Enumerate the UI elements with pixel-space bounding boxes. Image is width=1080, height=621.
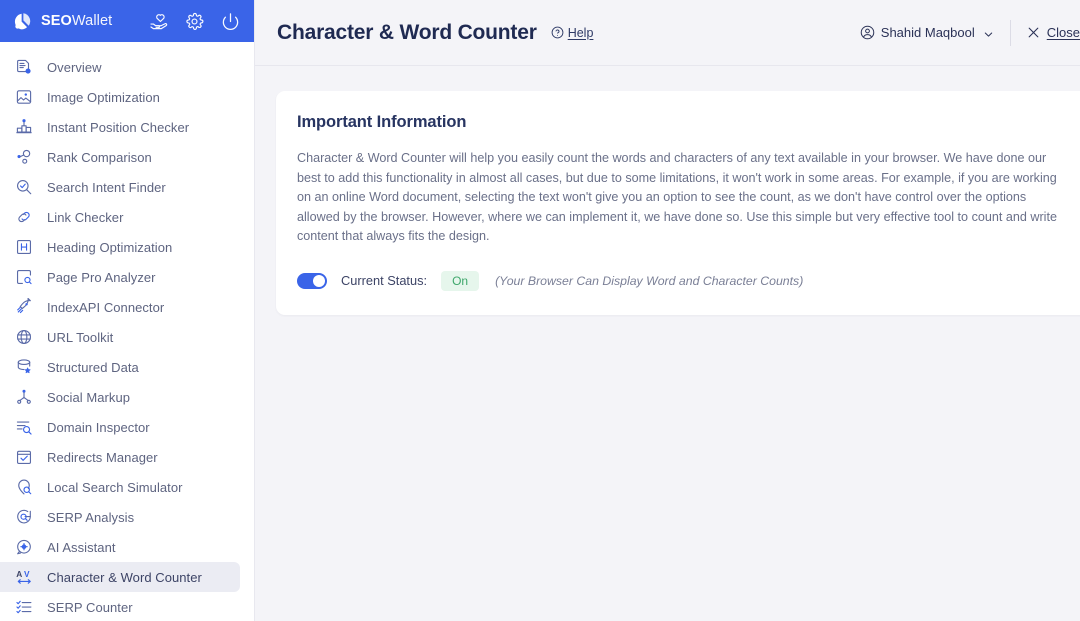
- status-badge: On: [441, 270, 480, 291]
- av-arrows-icon: A V: [14, 567, 34, 587]
- toggle-knob: [313, 274, 325, 287]
- podium-icon: [14, 117, 34, 137]
- important-information-card: Important Information Character & Word C…: [276, 91, 1080, 315]
- sidebar-item-domain-inspector[interactable]: Domain Inspector: [0, 412, 240, 442]
- svg-text:A: A: [16, 569, 22, 579]
- top-header: Character & Word Counter Help Shahid Maq…: [255, 0, 1080, 66]
- brand[interactable]: SEOWallet: [12, 11, 112, 32]
- sidebar-item-label: Image Optimization: [47, 89, 160, 105]
- globe-icon: [14, 327, 34, 347]
- current-status-row: Current Status: On (Your Browser Can Dis…: [297, 270, 1080, 291]
- sidebar-item-overview[interactable]: Overview: [0, 52, 240, 82]
- checkbox-square-icon: [14, 447, 34, 467]
- nodes-compare-icon: [14, 147, 34, 167]
- user-menu[interactable]: Shahid Maqbool: [860, 25, 1010, 40]
- status-toggle[interactable]: [297, 272, 327, 289]
- sidebar-item-label: SERP Counter: [47, 599, 133, 615]
- brand-name-light: Wallet: [71, 13, 113, 29]
- sidebar-item-label: Page Pro Analyzer: [47, 269, 156, 285]
- checklist-icon: [14, 597, 34, 617]
- close-button[interactable]: Close: [1011, 25, 1080, 40]
- sidebar: SEOWallet Overview Image Optimization In…: [0, 0, 255, 621]
- sidebar-item-label: Heading Optimization: [47, 239, 173, 255]
- help-link[interactable]: Help: [551, 25, 594, 40]
- sidebar-item-label: IndexAPI Connector: [47, 299, 165, 315]
- database-star-icon: [14, 357, 34, 377]
- heading-h-icon: [14, 237, 34, 257]
- magnifier-check-icon: [14, 177, 34, 197]
- sidebar-item-label: Redirects Manager: [47, 449, 158, 465]
- sidebar-item-indexapi-connector[interactable]: IndexAPI Connector: [0, 292, 240, 322]
- user-name: Shahid Maqbool: [880, 25, 975, 40]
- sidebar-item-rank-comparison[interactable]: Rank Comparison: [0, 142, 240, 172]
- sidebar-item-label: Character & Word Counter: [47, 569, 202, 585]
- close-x-icon: [1027, 26, 1040, 39]
- sidebar-item-label: Domain Inspector: [47, 419, 150, 435]
- document-clock-icon: [14, 57, 34, 77]
- sidebar-item-label: Overview: [47, 59, 102, 75]
- svg-text:V: V: [24, 569, 30, 579]
- page-search-icon: [14, 267, 34, 287]
- share-nodes-icon: [14, 387, 34, 407]
- sidebar-item-label: Social Markup: [47, 389, 131, 405]
- chat-gear-icon: [14, 537, 34, 557]
- speech-magnifier-icon: [14, 507, 34, 527]
- sidebar-item-ai-assistant[interactable]: AI Assistant: [0, 532, 240, 562]
- sidebar-item-structured-data[interactable]: Structured Data: [0, 352, 240, 382]
- sidebar-item-label: Rank Comparison: [47, 149, 152, 165]
- card-body-text: Character & Word Counter will help you e…: [297, 151, 1057, 243]
- question-circle-icon: [551, 26, 564, 39]
- account-circle-icon: [860, 25, 875, 40]
- map-pin-search-icon: [14, 477, 34, 497]
- content-area: Important Information Character & Word C…: [255, 66, 1080, 621]
- sidebar-item-label: AI Assistant: [47, 539, 116, 555]
- sidebar-item-search-intent-finder[interactable]: Search Intent Finder: [0, 172, 240, 202]
- sidebar-item-local-search-simulator[interactable]: Local Search Simulator: [0, 472, 240, 502]
- sidebar-item-label: Search Intent Finder: [47, 179, 166, 195]
- sidebar-item-serp-analysis[interactable]: SERP Analysis: [0, 502, 240, 532]
- sidebar-item-label: URL Toolkit: [47, 329, 114, 345]
- sidebar-item-serp-counter[interactable]: SERP Counter: [0, 592, 240, 621]
- chevron-down-icon: [983, 27, 994, 38]
- list-search-icon: [14, 417, 34, 437]
- main-area: Character & Word Counter Help Shahid Maq…: [255, 0, 1080, 621]
- brand-name: SEOWallet: [41, 13, 112, 29]
- sidebar-item-instant-position-checker[interactable]: Instant Position Checker: [0, 112, 240, 142]
- sidebar-item-label: Local Search Simulator: [47, 479, 183, 495]
- brand-bar: SEOWallet: [0, 0, 254, 42]
- sidebar-item-url-toolkit[interactable]: URL Toolkit: [0, 322, 240, 352]
- sidebar-nav: Overview Image Optimization Instant Posi…: [0, 42, 254, 621]
- power-icon[interactable]: [221, 12, 240, 31]
- brand-actions: [149, 12, 240, 31]
- page-title: Character & Word Counter: [277, 20, 537, 44]
- header-right: Shahid Maqbool Close: [860, 0, 1080, 65]
- status-note: (Your Browser Can Display Word and Chara…: [495, 273, 804, 288]
- sidebar-item-link-checker[interactable]: Link Checker: [0, 202, 240, 232]
- support-icon[interactable]: [149, 12, 168, 31]
- sidebar-item-page-pro-analyzer[interactable]: Page Pro Analyzer: [0, 262, 240, 292]
- current-status-label: Current Status:: [341, 273, 428, 288]
- sidebar-item-image-optimization[interactable]: Image Optimization: [0, 82, 240, 112]
- image-icon: [14, 87, 34, 107]
- sidebar-item-heading-optimization[interactable]: Heading Optimization: [0, 232, 240, 262]
- help-label: Help: [567, 25, 594, 40]
- card-title: Important Information: [297, 113, 467, 131]
- close-label: Close: [1046, 25, 1080, 40]
- sidebar-item-character-word-counter[interactable]: A V Character & Word Counter: [0, 562, 240, 592]
- sidebar-item-label: Instant Position Checker: [47, 119, 190, 135]
- sidebar-item-label: SERP Analysis: [47, 509, 135, 525]
- rocket-icon: [14, 297, 34, 317]
- pie-chart-logo-icon: [12, 11, 33, 32]
- sidebar-item-redirects-manager[interactable]: Redirects Manager: [0, 442, 240, 472]
- brand-name-bold: SEO: [41, 13, 72, 29]
- app-root: SEOWallet Overview Image Optimization In…: [0, 0, 1080, 621]
- sidebar-item-label: Link Checker: [47, 209, 124, 225]
- sidebar-item-social-markup[interactable]: Social Markup: [0, 382, 240, 412]
- gear-icon[interactable]: [185, 12, 204, 31]
- link-icon: [14, 207, 34, 227]
- sidebar-item-label: Structured Data: [47, 359, 139, 375]
